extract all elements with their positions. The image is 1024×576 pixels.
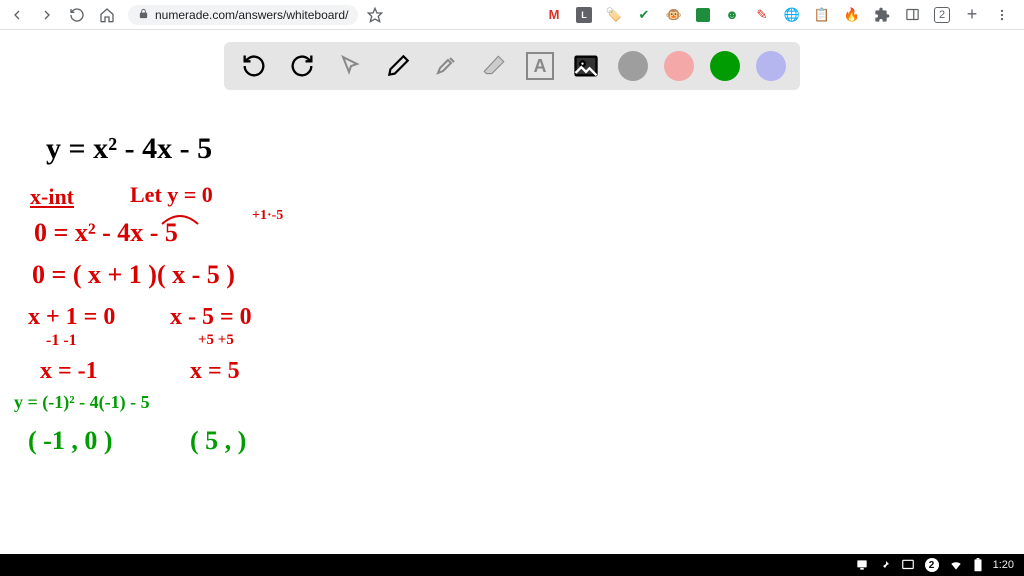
ext-check-icon[interactable]: ✔ xyxy=(636,7,652,23)
point1: ( -1 , 0 ) xyxy=(28,426,112,456)
new-tab-button[interactable]: + xyxy=(964,7,980,23)
annotation-arc xyxy=(160,212,200,226)
redo-button[interactable] xyxy=(286,50,318,82)
step5a: x = -1 xyxy=(40,358,98,385)
home-button[interactable] xyxy=(98,6,116,24)
ext-globe-icon[interactable]: 🌐 xyxy=(784,7,800,23)
step3a: x + 1 = 0 xyxy=(28,304,115,331)
whiteboard-toolbar: A xyxy=(224,42,800,90)
tools-button[interactable] xyxy=(430,50,462,82)
reload-button[interactable] xyxy=(68,6,86,24)
step5b: x = 5 xyxy=(190,358,240,385)
tray-pin-icon[interactable] xyxy=(879,559,891,571)
ext-pen-icon[interactable]: ✎ xyxy=(754,7,770,23)
url-text: numerade.com/answers/whiteboard/ xyxy=(155,8,348,22)
lock-icon xyxy=(138,8,149,22)
point2: ( 5 , ) xyxy=(190,426,246,456)
notification-badge[interactable]: 2 xyxy=(925,558,939,572)
pen-tool[interactable] xyxy=(382,50,414,82)
ext-tag-icon[interactable]: 🏷️ xyxy=(606,7,622,23)
step3b: x - 5 = 0 xyxy=(170,304,252,331)
back-button[interactable] xyxy=(8,6,26,24)
tab-count-badge[interactable]: 2 xyxy=(934,7,950,23)
menu-button[interactable] xyxy=(994,7,1010,23)
gmail-icon[interactable]: M xyxy=(546,7,562,23)
ext-square-icon[interactable]: L xyxy=(576,7,592,23)
whiteboard-canvas[interactable]: y = x² - 4x - 5 x-int Let y = 0 +1·-5 0 … xyxy=(0,100,1024,554)
extensions-icon[interactable] xyxy=(874,7,890,23)
step4a: -1 -1 xyxy=(46,332,77,350)
xint-label: x-int xyxy=(30,184,74,210)
step1: 0 = x² - 4x - 5 xyxy=(34,218,178,248)
color-green[interactable] xyxy=(710,51,740,81)
extension-icons: M L 🏷️ ✔ 🐵 ☻ ✎ 🌐 📋 🔥 2 + xyxy=(546,7,1010,23)
color-lavender[interactable] xyxy=(756,51,786,81)
color-gray[interactable] xyxy=(618,51,648,81)
forward-button[interactable] xyxy=(38,6,56,24)
check-line: y = (-1)² - 4(-1) - 5 xyxy=(14,392,150,413)
ext-grid-icon[interactable] xyxy=(696,8,710,22)
tray-cast-icon[interactable] xyxy=(901,558,915,572)
text-tool[interactable]: A xyxy=(526,52,554,80)
let-y-label: Let y = 0 xyxy=(130,182,213,208)
factor-hint: +1·-5 xyxy=(252,208,283,224)
clock: 1:20 xyxy=(993,559,1014,571)
wifi-icon[interactable] xyxy=(949,558,963,572)
step2: 0 = ( x + 1 )( x - 5 ) xyxy=(32,260,235,290)
pointer-tool[interactable] xyxy=(334,50,366,82)
ext-panel-icon[interactable] xyxy=(904,7,920,23)
toolbar-wrap: A xyxy=(0,30,1024,90)
url-bar[interactable]: numerade.com/answers/whiteboard/ xyxy=(128,5,358,25)
image-tool[interactable] xyxy=(570,50,602,82)
undo-button[interactable] xyxy=(238,50,270,82)
taskbar: 2 1:20 xyxy=(0,554,1024,576)
tray-app-icon[interactable] xyxy=(855,558,869,572)
equation-line: y = x² - 4x - 5 xyxy=(46,132,212,166)
eraser-tool[interactable] xyxy=(478,50,510,82)
ext-monkey-icon[interactable]: 🐵 xyxy=(666,7,682,23)
battery-icon[interactable] xyxy=(973,558,983,572)
star-icon[interactable] xyxy=(366,6,384,24)
ext-fire-icon[interactable]: 🔥 xyxy=(844,7,860,23)
browser-bar: numerade.com/answers/whiteboard/ M L 🏷️ … xyxy=(0,0,1024,30)
step4b: +5 +5 xyxy=(198,332,234,349)
ext-screen-icon[interactable]: 📋 xyxy=(814,7,830,23)
ext-smiley-icon[interactable]: ☻ xyxy=(724,7,740,23)
color-pink[interactable] xyxy=(664,51,694,81)
